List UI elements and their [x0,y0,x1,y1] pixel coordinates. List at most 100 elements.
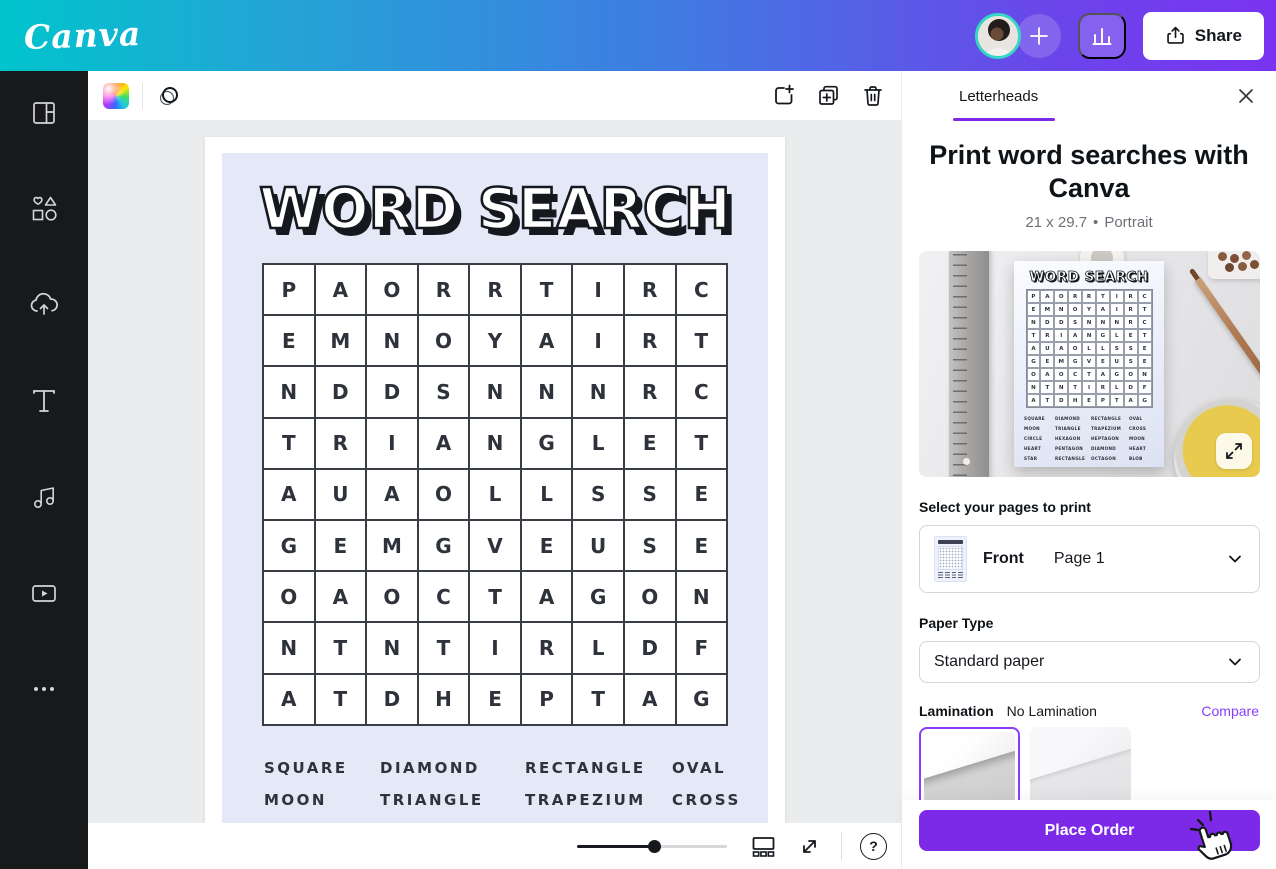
word-item: HEART [1024,446,1055,451]
word-item: CROSS [672,791,768,809]
word-item: SQUARE [264,759,380,777]
grid-cell: O [418,315,470,366]
word-row: SQUAREDIAMONDRECTANGLEOVAL [1024,413,1154,423]
grid-cell: E [263,315,315,366]
tab-letterheads[interactable]: Letterheads [959,88,1038,105]
sidebar-item-templates[interactable] [20,89,68,137]
grid-cell: T [676,315,728,366]
grid-cell: R [1082,290,1096,303]
grid-cell: F [676,622,728,673]
grid-cell: E [521,520,573,571]
share-label: Share [1195,26,1242,46]
word-item: RECTANGLE [1055,456,1091,461]
grid-cell: R [1124,316,1138,329]
grid-cell: L [1110,381,1124,394]
word-item: STAR [1024,456,1055,461]
zoom-slider[interactable] [577,839,727,853]
grid-cell: C [1138,290,1152,303]
preview-image[interactable]: WORD SEARCH PAORRTIRCEMNOYAIRTNDDSNNNRCT… [919,251,1260,477]
share-button[interactable]: Share [1143,12,1264,60]
share-upload-icon [1165,25,1186,46]
fullscreen-button[interactable] [795,832,823,860]
grid-cell: I [1110,290,1124,303]
canva-logo[interactable]: Canva [23,14,141,57]
sidebar-item-audio[interactable] [20,473,68,521]
grid-cell: S [624,520,676,571]
page-number-label: Page 1 [1054,550,1105,568]
design-page[interactable]: WORD SEARCH PAORRTIRCEMNOYAIRTNDDSNNNRCT… [205,137,785,857]
lamination-swatch-image [1030,727,1131,808]
orientation-text: Portrait [1104,214,1152,231]
grid-cell: A [366,469,418,520]
grid-cell: M [315,315,367,366]
music-note-icon [28,481,60,513]
add-page-button[interactable] [769,82,797,110]
insights-button[interactable] [1078,13,1126,59]
grid-cell: E [676,469,728,520]
word-item: PENTAGON [1055,446,1091,451]
pages-view-button[interactable] [749,832,777,860]
grid-cell: G [418,520,470,571]
grid-cell: R [469,264,521,315]
account-group [975,13,1061,59]
zoom-slider-thumb[interactable] [648,840,661,853]
grid-cell: D [315,366,367,417]
background-color-button[interactable] [102,82,130,110]
word-item: SQUARE [1024,416,1055,421]
grid-cell: M [1054,355,1068,368]
grid-cell: G [572,571,624,622]
paper-type-dropdown[interactable]: Standard paper [919,641,1260,683]
grid-cell: T [1096,290,1110,303]
sidebar-item-uploads[interactable] [20,281,68,329]
grid-row: OAOCTAGON [1027,368,1152,381]
copy-style-button[interactable] [155,82,183,110]
grid-cell: A [263,469,315,520]
preview-expand-button[interactable] [1216,433,1252,469]
sidebar-item-elements[interactable] [20,185,68,233]
word-item: DIAMOND [1091,446,1129,451]
grid-cell: E [1040,355,1054,368]
word-row: MOONTRIANGLETRAPEZIUMCROSS [264,784,768,816]
word-row: STARRECTANGLEOCTAGONBLOB [1024,453,1154,463]
grid-cell: R [418,264,470,315]
grid-cell: T [1027,329,1041,342]
grid-cell: O [1054,290,1068,303]
page-select-dropdown[interactable]: Front Page 1 [919,525,1260,593]
grid-cell: N [1110,316,1124,329]
help-button[interactable]: ? [860,833,887,860]
panel-heading: Print word searches with Canva [919,139,1259,205]
word-list[interactable]: SQUAREDIAMONDRECTANGLEOVALMOONTRIANGLETR… [222,752,768,816]
lamination-option-none[interactable] [919,727,1020,808]
sidebar-item-more[interactable] [20,665,68,713]
sidebar-item-text[interactable] [20,377,68,425]
lamination-value: No Lamination [1007,703,1097,719]
tab-active-underline [953,118,1055,121]
grid-cell: G [676,674,728,725]
add-member-button[interactable] [1017,14,1061,58]
add-page-icon [771,83,796,108]
sidebar-item-videos[interactable] [20,569,68,617]
chevron-down-icon [1225,549,1245,569]
place-order-button[interactable]: Place Order [919,810,1260,851]
grid-cell: A [315,571,367,622]
grid-cell: S [624,469,676,520]
grid-cell: M [366,520,418,571]
panel-body: Print word searches with Canva 21 x 29.7… [902,139,1276,808]
close-panel-button[interactable] [1234,84,1258,108]
duplicate-page-button[interactable] [814,82,842,110]
avatar[interactable] [975,13,1021,59]
grid-row: AUAOLLSSE [263,469,727,520]
grid-row: ATDHEPTAG [1027,394,1152,407]
grid-cell: A [1054,342,1068,355]
grid-cell: O [1068,303,1082,316]
compare-link[interactable]: Compare [1201,703,1259,719]
word-search-grid[interactable]: PAORRTIRCEMNOYAIRTNDDSNNNRCTRIANGLETAUAO… [262,263,728,726]
lamination-option-laminated[interactable] [1030,727,1131,808]
print-order-panel: Letterheads Print word searches with Can… [901,71,1276,869]
grid-cell: I [469,622,521,673]
delete-page-button[interactable] [859,82,887,110]
grid-cell: N [1082,329,1096,342]
word-search-title[interactable]: WORD SEARCH [222,177,768,242]
grid-cell: A [1096,303,1110,316]
grid-cell: U [315,469,367,520]
